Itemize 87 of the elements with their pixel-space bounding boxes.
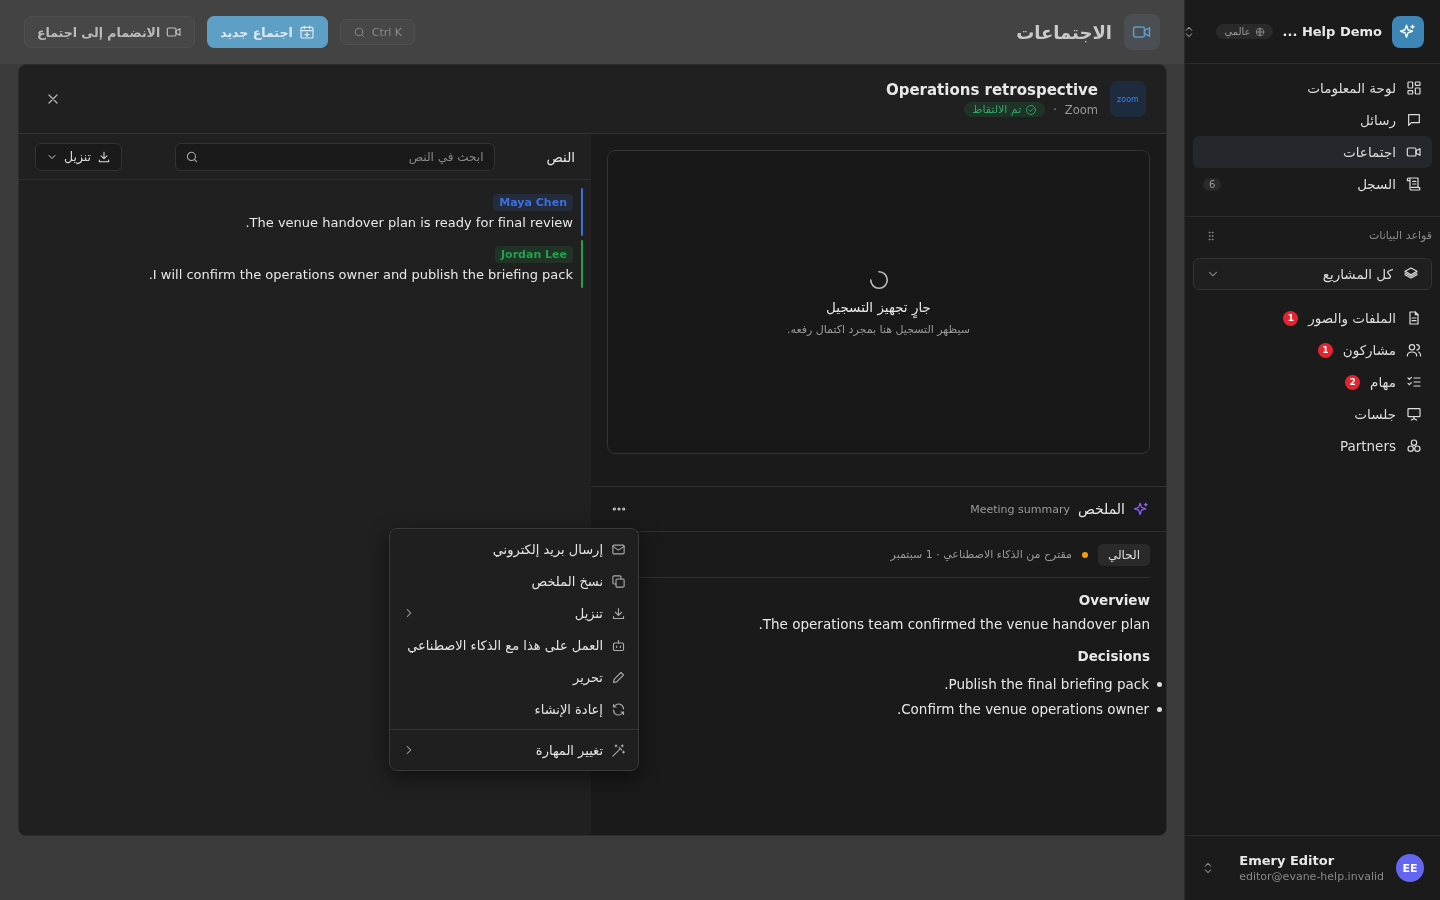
search-icon	[184, 149, 199, 164]
sparkle-icon	[1133, 500, 1150, 518]
menu-item[interactable]: تحرير	[390, 661, 638, 693]
calendar-plus-icon	[298, 24, 315, 40]
copy-icon	[611, 573, 626, 589]
loading-spinner-icon	[867, 268, 890, 291]
download-icon	[97, 149, 112, 164]
user-email: editor@evane-help.invalid	[1239, 870, 1384, 883]
nav-item[interactable]: رسائل	[1193, 104, 1432, 136]
summary-source: مقترح من الذكاء الاصطناعي · 1 سبتمبر	[890, 548, 1072, 561]
video-camera-icon	[166, 24, 183, 40]
check-circle-icon	[1025, 103, 1038, 116]
page-title: الاجتماعات	[1016, 21, 1112, 43]
bullet-icon	[1157, 682, 1162, 687]
user-avatar[interactable]: EE	[1396, 854, 1424, 882]
nav-label: لوحة المعلومات	[1307, 80, 1396, 96]
transcript-search-field[interactable]: ابحث في النص	[174, 142, 495, 171]
summary-paragraph: The operations team confirmed the venue handover plan.	[757, 616, 1150, 632]
three-circles-icon	[1406, 438, 1422, 454]
section-heading: Overview	[1077, 592, 1150, 608]
sparkle-icon	[1399, 22, 1417, 41]
notification-badge: 1	[1283, 310, 1299, 326]
transcript-line: The venue handover plan is ready for final review.	[245, 215, 573, 230]
count-badge: 6	[1203, 177, 1222, 191]
database-label: الملفات والصور	[1308, 310, 1396, 326]
magic-wand-icon	[611, 742, 626, 758]
database-item[interactable]: Partners	[1193, 430, 1432, 462]
dashboard-grid-icon	[1406, 80, 1422, 96]
section-heading: Decisions	[1076, 648, 1150, 664]
nav-item[interactable]: لوحة المعلومات	[1193, 72, 1432, 104]
nav-label: اجتماعات	[1343, 144, 1396, 160]
checklist-icon	[1406, 374, 1422, 390]
bullet-text: Publish the final briefing pack.	[944, 675, 1149, 694]
nav-item[interactable]: اجتماعات	[1193, 136, 1432, 168]
refresh-icon	[611, 701, 626, 717]
scroll-icon	[1406, 176, 1422, 192]
user-name: Emery Editor	[1239, 853, 1335, 868]
status-dot	[1081, 551, 1088, 558]
meeting-title: Operations retrospective	[885, 81, 1098, 99]
menu-item[interactable]: العمل على هذا مع الذكاء الاصطناعي	[390, 629, 638, 661]
recording-message: سيظهر التسجيل هنا بمجرد اكتمال رفعه.	[787, 322, 970, 336]
platform-logo: zoom	[1110, 81, 1146, 117]
platform-name: Zoom	[1064, 102, 1098, 117]
envelope-icon	[611, 541, 626, 557]
notification-badge: 2	[1345, 374, 1361, 390]
video-camera-icon	[1406, 144, 1422, 160]
bullet-icon	[1157, 707, 1162, 712]
transcript-line: I will confirm the operations owner and publish the briefing pack.	[148, 267, 573, 282]
notification-badge: 1	[1317, 342, 1333, 358]
menu-item[interactable]: تغيير المهارة	[390, 734, 638, 766]
download-icon	[611, 605, 626, 621]
drag-handle-icon	[1205, 229, 1217, 242]
download-button[interactable]: تنزيل	[35, 142, 123, 171]
database-label: Partners	[1339, 438, 1396, 454]
speaker-tag: Jordan Lee	[495, 246, 573, 263]
summary-title: الملخص	[1077, 501, 1125, 517]
database-label: مهام	[1370, 374, 1396, 390]
workspace-name: Help Demo ...	[1282, 24, 1382, 39]
people-icon	[1406, 342, 1422, 358]
separator-dot: ·	[1053, 102, 1057, 117]
scope-label: عالمي	[1224, 26, 1251, 37]
database-label: جلسات	[1354, 406, 1396, 422]
search-icon	[352, 25, 366, 39]
speaker-tag: Maya Chen	[493, 194, 573, 211]
nav-label: رسائل	[1360, 112, 1396, 128]
bullet-text: Confirm the venue operations owner.	[896, 700, 1149, 719]
menu-item[interactable]: نسخ الملخص	[390, 565, 638, 597]
database-label: مشاركون	[1342, 342, 1396, 358]
status-label: تم الالتقاط	[972, 103, 1022, 116]
nav-label: السجل	[1357, 176, 1396, 192]
version-chip[interactable]: الحالي	[1097, 543, 1150, 566]
database-item[interactable]: جلسات	[1193, 398, 1432, 430]
summary-subtitle: Meeting summary	[970, 502, 1070, 516]
pencil-icon	[611, 669, 626, 685]
join-meeting-button[interactable]: الانضمام إلى اجتماع	[24, 16, 196, 48]
menu-item[interactable]: إرسال بريد إلكتروني	[390, 533, 638, 565]
workspace-logo[interactable]	[1392, 15, 1424, 48]
menu-item[interactable]: إعادة الإنشاء	[390, 693, 638, 725]
project-filter[interactable]: كل المشاريع	[1193, 258, 1432, 290]
menu-item[interactable]: تنزيل	[390, 597, 638, 629]
chat-bubble-icon	[1406, 112, 1422, 128]
presentation-board-icon	[1406, 406, 1422, 422]
section-label: قواعد البيانات	[1369, 229, 1432, 242]
robot-icon	[611, 637, 626, 653]
globe-icon	[1254, 26, 1265, 37]
document-icon	[1406, 310, 1422, 326]
transcript-title: النص	[546, 148, 575, 165]
